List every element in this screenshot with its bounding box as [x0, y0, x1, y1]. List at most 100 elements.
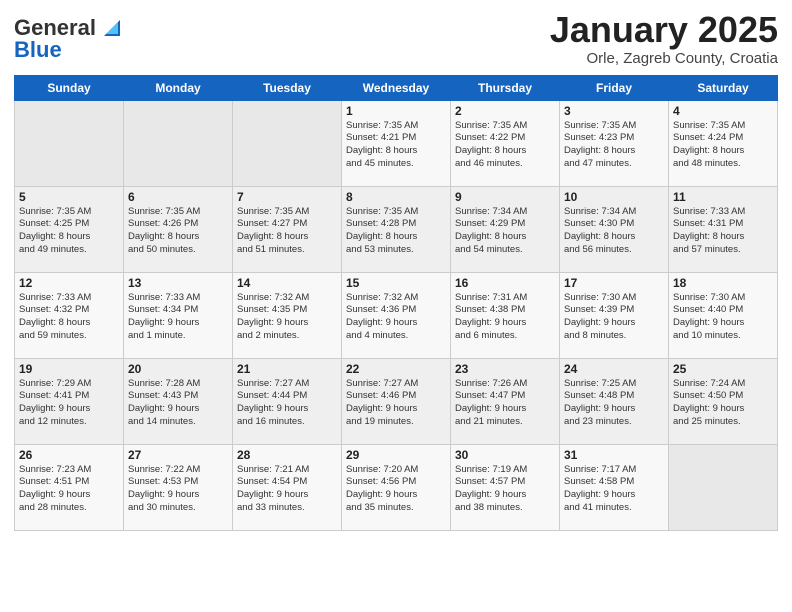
title-block: January 2025 Orle, Zagreb County, Croati… — [550, 10, 778, 67]
page-container: General Blue January 2025 Orle, Zagreb C… — [0, 0, 792, 545]
day-number: 5 — [19, 190, 119, 204]
cell-info: Sunrise: 7:26 AM Sunset: 4:47 PM Dayligh… — [455, 378, 555, 429]
calendar-cell: 17Sunrise: 7:30 AM Sunset: 4:39 PM Dayli… — [560, 272, 669, 358]
col-thursday: Thursday — [451, 75, 560, 100]
cell-info: Sunrise: 7:35 AM Sunset: 4:22 PM Dayligh… — [455, 120, 555, 171]
cell-info: Sunrise: 7:35 AM Sunset: 4:24 PM Dayligh… — [673, 120, 773, 171]
cell-info: Sunrise: 7:35 AM Sunset: 4:21 PM Dayligh… — [346, 120, 446, 171]
day-number: 13 — [128, 276, 228, 290]
day-number: 17 — [564, 276, 664, 290]
day-number: 16 — [455, 276, 555, 290]
day-number: 15 — [346, 276, 446, 290]
calendar-cell: 2 Sunrise: 7:35 AM Sunset: 4:22 PM Daylig… — [451, 100, 560, 186]
cell-info: Sunrise: 7:33 AM Sunset: 4:32 PM Dayligh… — [19, 292, 119, 343]
calendar-cell: 21 Sunrise: 7:27 AM Sunset: 4:44 PM Dayli… — [233, 358, 342, 444]
calendar-cell: 9 Sunrise: 7:34 AM Sunset: 4:29 PM Daylig… — [451, 186, 560, 272]
calendar-cell: 5Sunrise: 7:35 AM Sunset: 4:25 PM Daylig… — [15, 186, 124, 272]
calendar-cell: 10 Sunrise: 7:34 AM Sunset: 4:30 PM Dayli… — [560, 186, 669, 272]
calendar-cell: 26 Sunrise: 7:23 AM Sunset: 4:51 PM Dayli… — [15, 444, 124, 530]
day-number: 9 — [455, 190, 555, 204]
week-row-1: 1 Sunrise: 7:35 AM Sunset: 4:21 PM Daylig… — [15, 100, 778, 186]
calendar-header: Sunday Monday Tuesday Wednesday Thursday… — [15, 75, 778, 100]
cell-info: Sunrise: 7:34 AM Sunset: 4:29 PM Dayligh… — [455, 206, 555, 257]
cell-info: Sunrise: 7:32 AM Sunset: 4:35 PM Dayligh… — [237, 292, 337, 343]
header: General Blue January 2025 Orle, Zagreb C… — [14, 10, 778, 67]
col-sunday: Sunday — [15, 75, 124, 100]
day-number: 20 — [128, 362, 228, 376]
calendar-cell: 27Sunrise: 7:22 AM Sunset: 4:53 PM Dayli… — [124, 444, 233, 530]
calendar-body: 1 Sunrise: 7:35 AM Sunset: 4:21 PM Daylig… — [15, 100, 778, 530]
location: Orle, Zagreb County, Croatia — [550, 50, 778, 67]
col-friday: Friday — [560, 75, 669, 100]
cell-info: Sunrise: 7:19 AM Sunset: 4:57 PM Dayligh… — [455, 464, 555, 515]
day-number: 4 — [673, 104, 773, 118]
week-row-5: 26 Sunrise: 7:23 AM Sunset: 4:51 PM Dayli… — [15, 444, 778, 530]
col-saturday: Saturday — [669, 75, 778, 100]
day-number: 7 — [237, 190, 337, 204]
cell-info: Sunrise: 7:32 AM Sunset: 4:36 PM Dayligh… — [346, 292, 446, 343]
week-row-2: 5Sunrise: 7:35 AM Sunset: 4:25 PM Daylig… — [15, 186, 778, 272]
day-number: 22 — [346, 362, 446, 376]
cell-info: Sunrise: 7:25 AM Sunset: 4:48 PM Dayligh… — [564, 378, 664, 429]
calendar-cell: 14 Sunrise: 7:32 AM Sunset: 4:35 PM Dayli… — [233, 272, 342, 358]
calendar-cell: 30Sunrise: 7:19 AM Sunset: 4:57 PM Dayli… — [451, 444, 560, 530]
day-number: 28 — [237, 448, 337, 462]
cell-info: Sunrise: 7:23 AM Sunset: 4:51 PM Dayligh… — [19, 464, 119, 515]
day-number: 31 — [564, 448, 664, 462]
calendar-cell: 4 Sunrise: 7:35 AM Sunset: 4:24 PM Daylig… — [669, 100, 778, 186]
calendar-cell: 28 Sunrise: 7:21 AM Sunset: 4:54 PM Dayli… — [233, 444, 342, 530]
day-number: 2 — [455, 104, 555, 118]
day-number: 10 — [564, 190, 664, 204]
day-number: 3 — [564, 104, 664, 118]
day-number: 8 — [346, 190, 446, 204]
cell-info: Sunrise: 7:21 AM Sunset: 4:54 PM Dayligh… — [237, 464, 337, 515]
calendar-cell — [15, 100, 124, 186]
cell-info: Sunrise: 7:27 AM Sunset: 4:44 PM Dayligh… — [237, 378, 337, 429]
day-number: 21 — [237, 362, 337, 376]
calendar-cell — [233, 100, 342, 186]
calendar-cell — [669, 444, 778, 530]
calendar-cell: 11Sunrise: 7:33 AM Sunset: 4:31 PM Dayli… — [669, 186, 778, 272]
calendar-cell: 13 Sunrise: 7:33 AM Sunset: 4:34 PM Dayli… — [124, 272, 233, 358]
calendar-cell: 7Sunrise: 7:35 AM Sunset: 4:27 PM Daylig… — [233, 186, 342, 272]
col-tuesday: Tuesday — [233, 75, 342, 100]
cell-info: Sunrise: 7:33 AM Sunset: 4:34 PM Dayligh… — [128, 292, 228, 343]
day-number: 27 — [128, 448, 228, 462]
calendar-cell: 19Sunrise: 7:29 AM Sunset: 4:41 PM Dayli… — [15, 358, 124, 444]
calendar-cell: 24Sunrise: 7:25 AM Sunset: 4:48 PM Dayli… — [560, 358, 669, 444]
month-title: January 2025 — [550, 10, 778, 50]
calendar-table: Sunday Monday Tuesday Wednesday Thursday… — [14, 75, 778, 531]
day-number: 18 — [673, 276, 773, 290]
day-number: 1 — [346, 104, 446, 118]
cell-info: Sunrise: 7:17 AM Sunset: 4:58 PM Dayligh… — [564, 464, 664, 515]
day-number: 26 — [19, 448, 119, 462]
logo: General Blue — [14, 14, 126, 62]
calendar-cell: 18Sunrise: 7:30 AM Sunset: 4:40 PM Dayli… — [669, 272, 778, 358]
day-number: 23 — [455, 362, 555, 376]
col-wednesday: Wednesday — [342, 75, 451, 100]
cell-info: Sunrise: 7:27 AM Sunset: 4:46 PM Dayligh… — [346, 378, 446, 429]
cell-info: Sunrise: 7:35 AM Sunset: 4:28 PM Dayligh… — [346, 206, 446, 257]
calendar-cell — [124, 100, 233, 186]
day-number: 14 — [237, 276, 337, 290]
day-number: 12 — [19, 276, 119, 290]
day-number: 29 — [346, 448, 446, 462]
col-monday: Monday — [124, 75, 233, 100]
header-row: Sunday Monday Tuesday Wednesday Thursday… — [15, 75, 778, 100]
calendar-cell: 31 Sunrise: 7:17 AM Sunset: 4:58 PM Dayli… — [560, 444, 669, 530]
week-row-4: 19Sunrise: 7:29 AM Sunset: 4:41 PM Dayli… — [15, 358, 778, 444]
cell-info: Sunrise: 7:24 AM Sunset: 4:50 PM Dayligh… — [673, 378, 773, 429]
week-row-3: 12 Sunrise: 7:33 AM Sunset: 4:32 PM Dayli… — [15, 272, 778, 358]
cell-info: Sunrise: 7:33 AM Sunset: 4:31 PM Dayligh… — [673, 206, 773, 257]
cell-info: Sunrise: 7:31 AM Sunset: 4:38 PM Dayligh… — [455, 292, 555, 343]
calendar-cell: 6Sunrise: 7:35 AM Sunset: 4:26 PM Daylig… — [124, 186, 233, 272]
calendar-cell: 15 Sunrise: 7:32 AM Sunset: 4:36 PM Dayli… — [342, 272, 451, 358]
cell-info: Sunrise: 7:34 AM Sunset: 4:30 PM Dayligh… — [564, 206, 664, 257]
calendar-cell: 23 Sunrise: 7:26 AM Sunset: 4:47 PM Dayli… — [451, 358, 560, 444]
cell-info: Sunrise: 7:35 AM Sunset: 4:26 PM Dayligh… — [128, 206, 228, 257]
calendar-cell: 1 Sunrise: 7:35 AM Sunset: 4:21 PM Daylig… — [342, 100, 451, 186]
calendar-cell: 8 Sunrise: 7:35 AM Sunset: 4:28 PM Daylig… — [342, 186, 451, 272]
calendar-cell: 29Sunrise: 7:20 AM Sunset: 4:56 PM Dayli… — [342, 444, 451, 530]
cell-info: Sunrise: 7:35 AM Sunset: 4:23 PM Dayligh… — [564, 120, 664, 171]
cell-info: Sunrise: 7:28 AM Sunset: 4:43 PM Dayligh… — [128, 378, 228, 429]
